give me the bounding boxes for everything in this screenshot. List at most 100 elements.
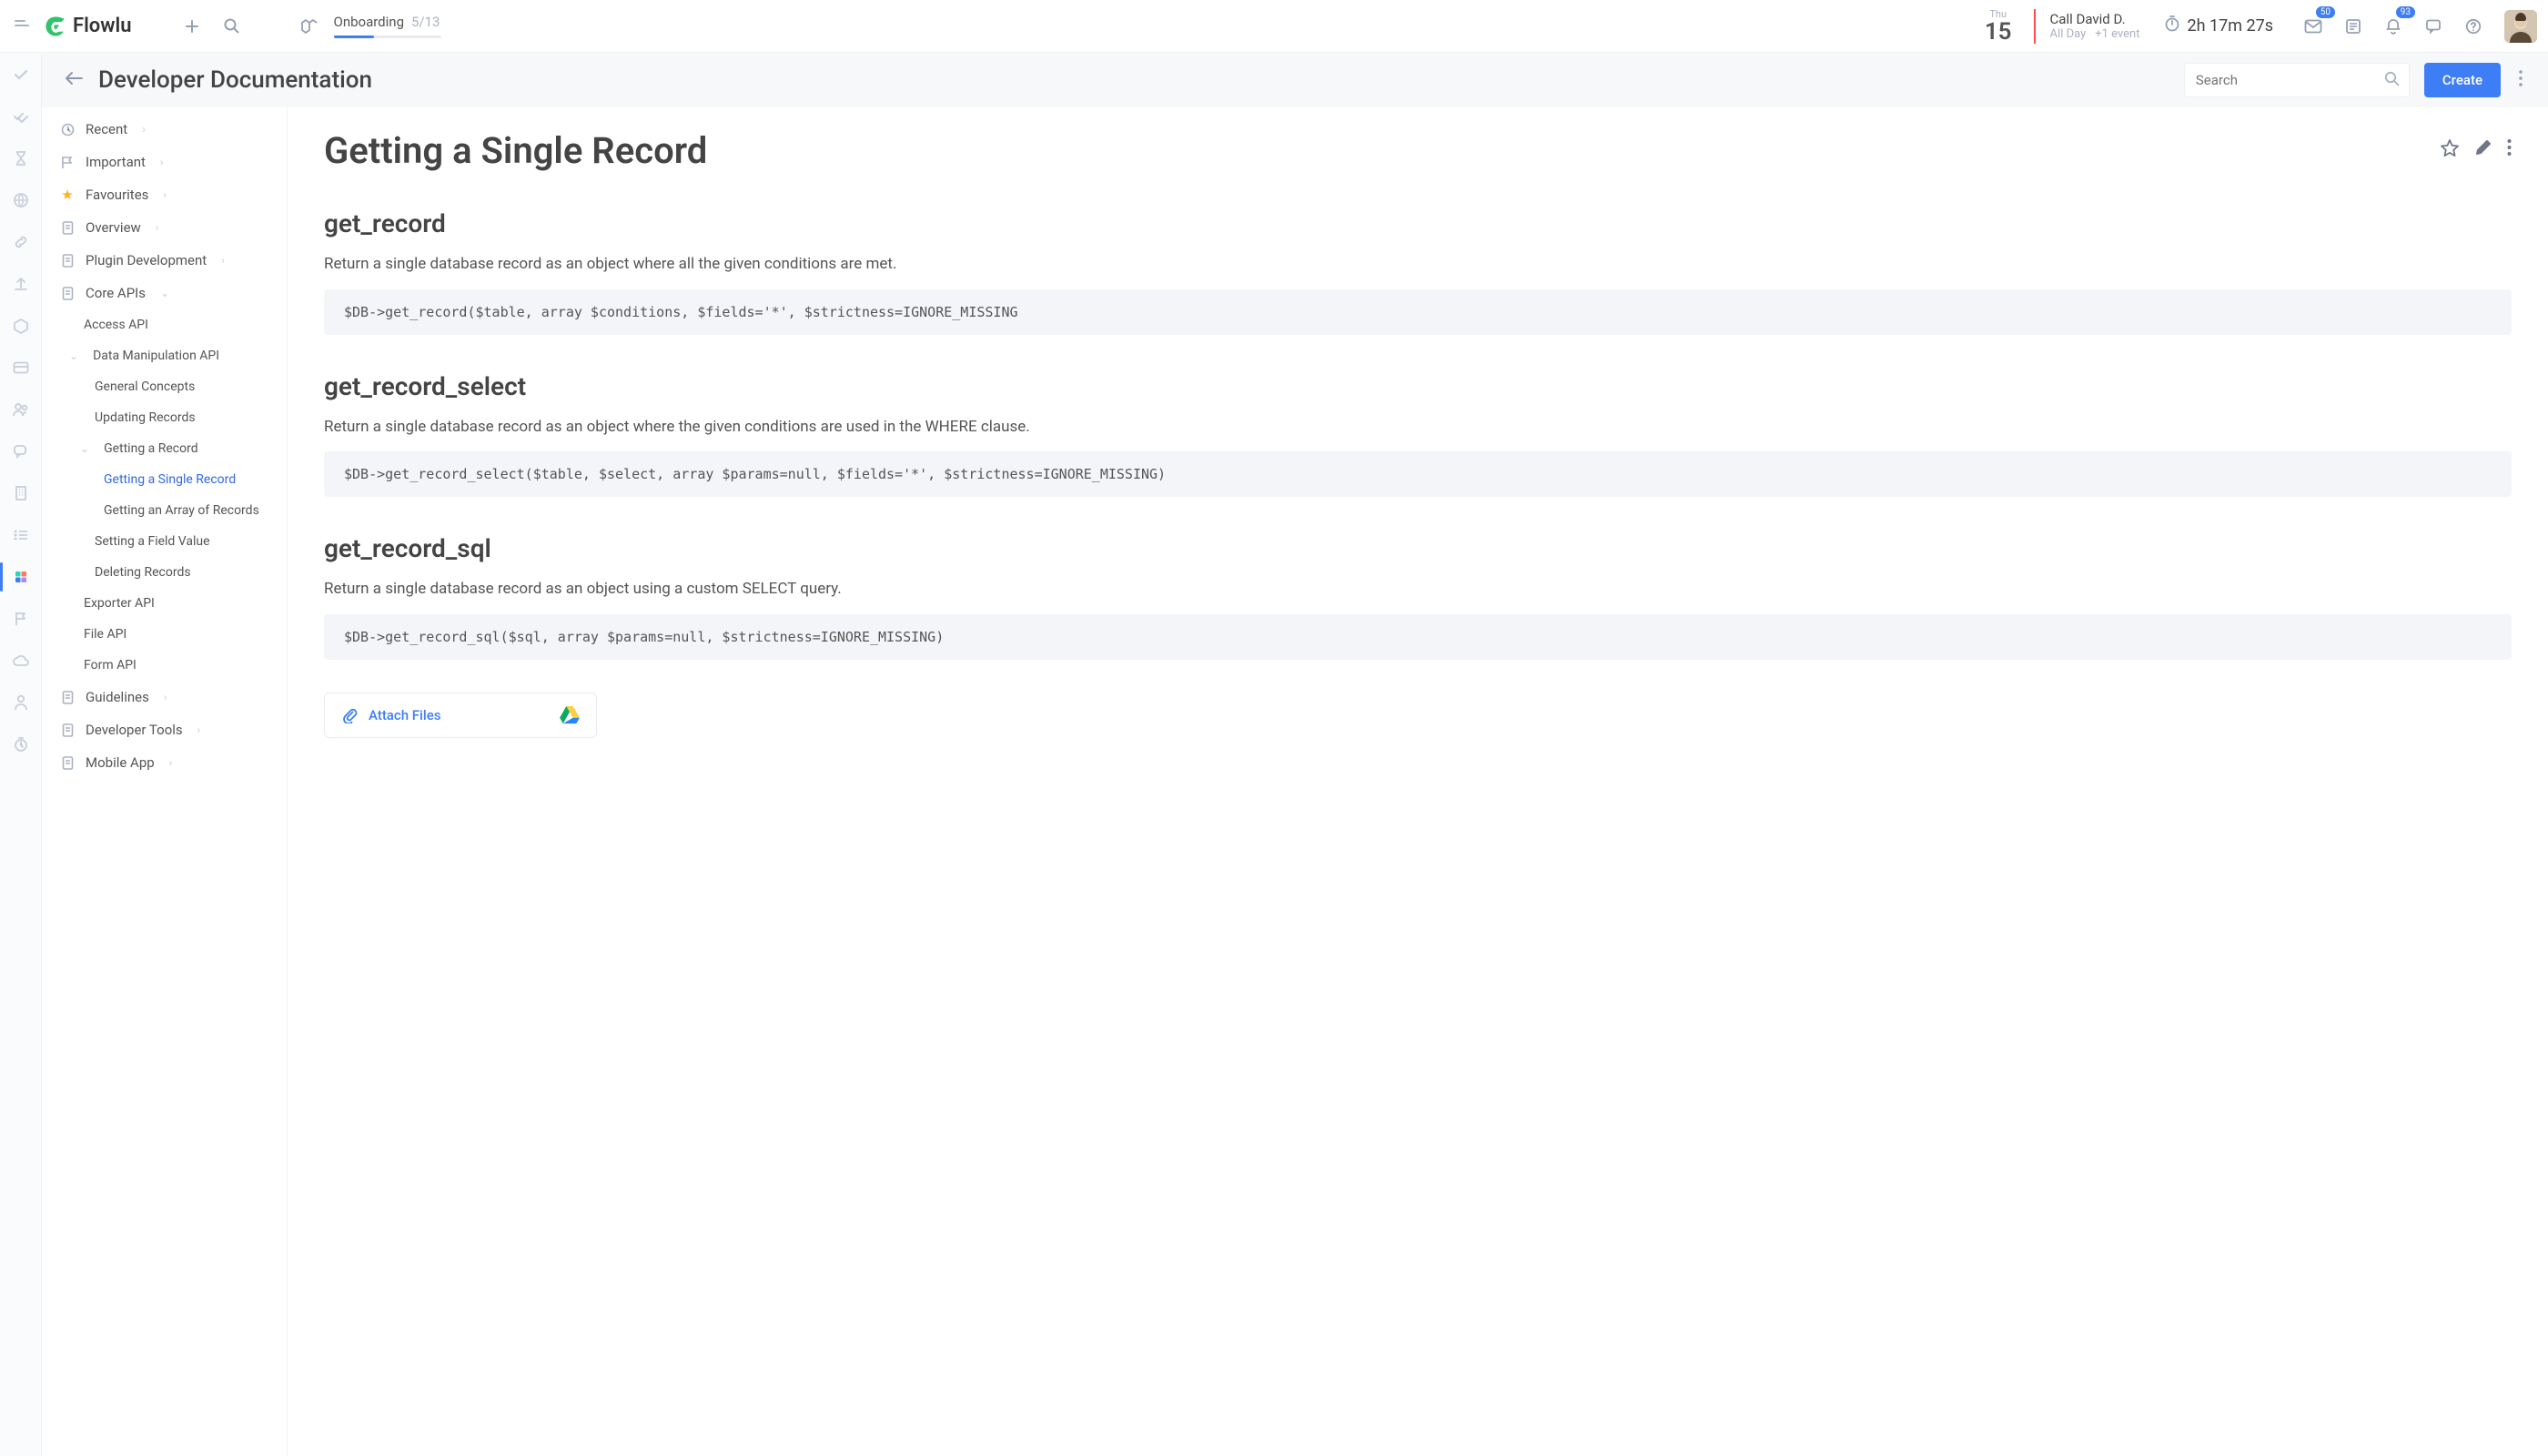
sidebar-mobile-app[interactable]: Mobile App› bbox=[42, 746, 287, 779]
timer-value: 2h 17m 27s bbox=[2188, 16, 2274, 35]
rail-upload-icon[interactable] bbox=[8, 271, 34, 297]
avatar[interactable] bbox=[2504, 10, 2537, 43]
add-icon[interactable] bbox=[176, 10, 208, 43]
onboarding-icon bbox=[292, 10, 325, 43]
day-number: 15 bbox=[1985, 20, 2012, 44]
chevron-right-icon: › bbox=[160, 156, 164, 168]
rail-people-icon[interactable] bbox=[8, 397, 34, 422]
notes-icon[interactable] bbox=[2337, 10, 2370, 43]
paperclip-icon bbox=[341, 707, 358, 723]
attach-files-label: Attach Files bbox=[369, 707, 440, 723]
bell-badge: 93 bbox=[2396, 6, 2415, 18]
bell-icon[interactable]: 93 bbox=[2377, 10, 2410, 43]
sidebar-dev-tools[interactable]: Developer Tools› bbox=[42, 713, 287, 746]
chevron-down-icon: ⌄ bbox=[69, 349, 78, 362]
flag-icon bbox=[60, 156, 75, 169]
date-widget[interactable]: Thu 15 bbox=[1977, 8, 2019, 44]
rail-list-icon[interactable] bbox=[8, 522, 34, 548]
chevron-right-icon: › bbox=[156, 221, 159, 234]
section-heading: get_record bbox=[324, 208, 2512, 238]
sidebar-recent[interactable]: Recent› bbox=[42, 113, 287, 146]
rail-double-check-icon[interactable] bbox=[8, 104, 34, 129]
sidebar-important[interactable]: Important› bbox=[42, 146, 287, 178]
rail-docs-icon[interactable] bbox=[8, 564, 34, 590]
rail-check-icon[interactable] bbox=[8, 62, 34, 87]
star-outline-icon[interactable] bbox=[2440, 138, 2460, 162]
chat-icon[interactable] bbox=[2417, 10, 2450, 43]
rail-link-icon[interactable] bbox=[8, 229, 34, 255]
page-icon bbox=[60, 254, 75, 268]
header-more-icon[interactable] bbox=[2515, 66, 2526, 94]
logo[interactable]: Flowlu bbox=[44, 15, 132, 38]
create-button[interactable]: Create bbox=[2424, 63, 2501, 97]
sidebar-overview[interactable]: Overview› bbox=[42, 211, 287, 244]
sidebar-deleting-records[interactable]: Deleting Records bbox=[42, 557, 287, 588]
search-box[interactable] bbox=[2184, 63, 2410, 97]
topbar: Flowlu Onboarding 5/13 Thu 15 Call David… bbox=[0, 0, 2548, 53]
sidebar-set-field[interactable]: Setting a Field Value bbox=[42, 526, 287, 557]
rail-building-icon[interactable] bbox=[8, 480, 34, 506]
sidebar-access-api[interactable]: Access API bbox=[42, 309, 287, 340]
chevron-right-icon: › bbox=[142, 123, 146, 136]
event-more: +1 event bbox=[2095, 27, 2139, 41]
sidebar-dm-api[interactable]: ⌄Data Manipulation API bbox=[42, 340, 287, 371]
event-widget[interactable]: Call David D. All Day +1 event bbox=[2050, 11, 2140, 41]
content-area: Getting a Single Record get_record Retur… bbox=[288, 107, 2548, 1456]
more-vertical-icon[interactable] bbox=[2507, 138, 2512, 162]
rail-flag-icon[interactable] bbox=[8, 606, 34, 632]
sidebar-array-records[interactable]: Getting an Array of Records bbox=[42, 495, 287, 526]
attach-files-card[interactable]: Attach Files bbox=[324, 693, 597, 738]
rail-tag-icon[interactable] bbox=[8, 313, 34, 339]
help-icon[interactable] bbox=[2457, 10, 2490, 43]
code-block: $DB->get_record_sql($sql, array $params=… bbox=[324, 614, 2512, 660]
sidebar-core-apis[interactable]: Core APIs⌄ bbox=[42, 277, 287, 309]
chevron-right-icon: › bbox=[163, 188, 167, 201]
sidebar-favourites[interactable]: ★ Favourites› bbox=[42, 178, 287, 211]
onboarding-progress bbox=[334, 35, 441, 38]
section-desc: Return a single database record as an ob… bbox=[324, 578, 2512, 602]
sidebar-exporter-api[interactable]: Exporter API bbox=[42, 588, 287, 619]
page-icon bbox=[60, 723, 75, 737]
rail-hourglass-icon[interactable] bbox=[8, 146, 34, 171]
search-icon[interactable] bbox=[216, 10, 248, 43]
chevron-down-icon: ⌄ bbox=[80, 442, 89, 455]
rail-chat-icon[interactable] bbox=[8, 439, 34, 464]
sidebar-general-concepts[interactable]: General Concepts bbox=[42, 371, 287, 402]
page-icon bbox=[60, 221, 75, 235]
onboarding-count: 5/13 bbox=[411, 14, 440, 30]
sidebar-updating-records[interactable]: Updating Records bbox=[42, 402, 287, 433]
sidebar-form-api[interactable]: Form API bbox=[42, 650, 287, 681]
chevron-right-icon: › bbox=[221, 254, 225, 267]
page-header: Developer Documentation Create bbox=[42, 53, 2548, 107]
edit-icon[interactable] bbox=[2474, 138, 2492, 162]
logo-text: Flowlu bbox=[73, 15, 132, 37]
chevron-right-icon: › bbox=[164, 691, 167, 703]
menu-toggle-icon[interactable] bbox=[11, 13, 33, 39]
rail-globe-icon[interactable] bbox=[8, 187, 34, 213]
timer-widget[interactable]: 2h 17m 27s bbox=[2164, 15, 2274, 36]
onboarding-widget[interactable]: Onboarding 5/13 bbox=[292, 10, 441, 43]
divider bbox=[2034, 9, 2036, 44]
sidebar-plugin-dev[interactable]: Plugin Development› bbox=[42, 244, 287, 277]
doc-title: Getting a Single Record bbox=[324, 129, 2440, 172]
inbox-badge: 50 bbox=[2316, 6, 2335, 18]
sidebar-getting-record[interactable]: ⌄Getting a Record bbox=[42, 433, 287, 464]
sidebar-single-record[interactable]: Getting a Single Record bbox=[42, 464, 287, 495]
rail-timer-icon[interactable] bbox=[8, 732, 34, 757]
back-arrow-icon[interactable] bbox=[64, 71, 84, 89]
section-heading: get_record_select bbox=[324, 371, 2512, 401]
rail-card-icon[interactable] bbox=[8, 355, 34, 380]
section-heading: get_record_sql bbox=[324, 533, 2512, 563]
event-title: Call David D. bbox=[2050, 11, 2140, 27]
search-input[interactable] bbox=[2196, 72, 2377, 88]
rail-person-icon[interactable] bbox=[8, 690, 34, 715]
sidebar-guidelines[interactable]: Guidelines› bbox=[42, 681, 287, 713]
rail-cloud-icon[interactable] bbox=[8, 648, 34, 673]
page-icon bbox=[60, 691, 75, 704]
chevron-down-icon: ⌄ bbox=[160, 287, 169, 299]
sidebar: Recent› Important› ★ Favourites› Overvie… bbox=[42, 107, 288, 1456]
event-allday: All Day bbox=[2050, 27, 2087, 41]
sidebar-file-api[interactable]: File API bbox=[42, 619, 287, 650]
google-drive-icon[interactable] bbox=[560, 706, 580, 724]
inbox-icon[interactable]: 50 bbox=[2297, 10, 2330, 43]
